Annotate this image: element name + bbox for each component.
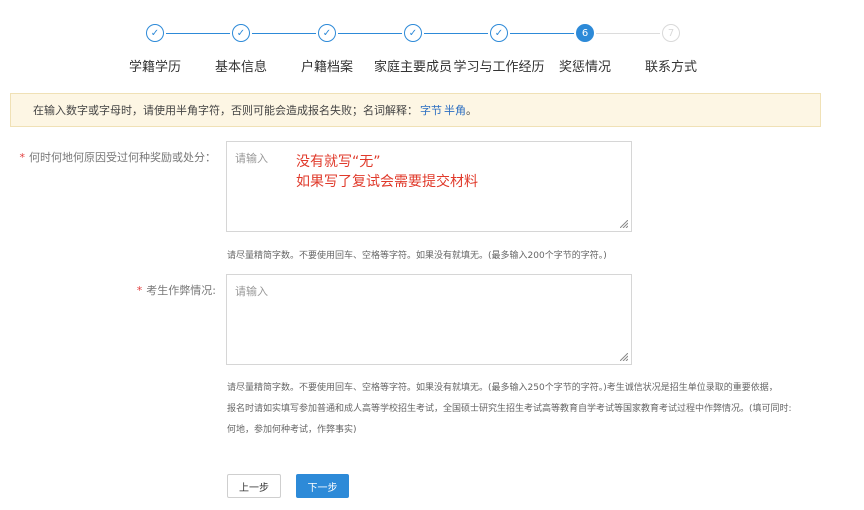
resize-handle-icon[interactable] [620, 220, 628, 228]
step-7-number: 7 [662, 24, 680, 42]
step-6-number: 6 [576, 24, 594, 42]
step-label-contact: 联系方式 [644, 60, 698, 75]
resize-handle-icon[interactable] [620, 353, 628, 361]
notice-link-byte[interactable]: 字节 [420, 102, 442, 118]
step-5-check-icon[interactable]: ✓ [490, 24, 508, 42]
required-marker: * [136, 284, 143, 297]
next-step-button[interactable]: 下一步 [296, 474, 349, 498]
cheating-hint-line-3: 何地，参加何种考试，作弊事实) [227, 425, 357, 435]
rewards-label-text: 何时何地何原因受过何种奖励或处分： [29, 151, 216, 164]
step-2-check-icon[interactable]: ✓ [232, 24, 250, 42]
annotation-line-2: 如果写了复试会需要提交材料 [296, 174, 478, 190]
rewards-placeholder: 请输入 [235, 152, 268, 165]
progress-stepper: ✓ ✓ ✓ ✓ ✓ 6 7 学籍学历 基本信息 户籍档案 家庭主要成员 学习与工… [0, 0, 864, 80]
cheating-textarea[interactable]: 请输入 [226, 274, 632, 365]
step-4-check-icon[interactable]: ✓ [404, 24, 422, 42]
notice-link-halfwidth[interactable]: 半角 [444, 102, 466, 118]
step-connector [596, 33, 660, 34]
notice-banner: 在输入数字或字母时，请使用半角字符，否则可能会造成报名失败；名词解释： 字节 半… [10, 93, 821, 127]
cheating-hint-line-1: 请尽量精简字数。不要使用回车、空格等字符。如果没有就填无。(最多输入250个字节… [227, 383, 778, 393]
step-connector [166, 33, 230, 34]
step-1-check-icon[interactable]: ✓ [146, 24, 164, 42]
notice-end: 。 [466, 104, 477, 117]
step-label-experience[interactable]: 学习与工作经历 [453, 56, 544, 75]
annotation-line-1: 没有就写“无” [296, 154, 381, 170]
step-label-education[interactable]: 学籍学历 [129, 56, 181, 75]
notice-text: 在输入数字或字母时，请使用半角字符，否则可能会造成报名失败；名词解释： [33, 104, 418, 117]
step-label-household[interactable]: 户籍档案 [301, 56, 353, 75]
red-annotation: 没有就写“无” 如果写了复试会需要提交材料 [296, 152, 478, 192]
rewards-field-label: * 何时何地何原因受过何种奖励或处分： [20, 149, 217, 165]
step-connector [252, 33, 316, 34]
step-label-rewards: 奖惩情况 [558, 60, 612, 75]
step-connector [338, 33, 402, 34]
step-label-family[interactable]: 家庭主要成员 [374, 56, 452, 75]
cheating-label-text: 考生作弊情况: [146, 284, 216, 297]
step-connector [424, 33, 488, 34]
required-marker: * [19, 151, 26, 164]
previous-step-button[interactable]: 上一步 [227, 474, 281, 498]
cheating-hint-line-2: 报名时请如实填写参加普通和成人高等学校招生考试，全国硕士研究生招生考试高等教育自… [227, 404, 792, 414]
step-3-check-icon[interactable]: ✓ [318, 24, 336, 42]
step-label-basic-info[interactable]: 基本信息 [215, 56, 267, 75]
rewards-hint: 请尽量精简字数。不要使用回车、空格等字符。如果没有就填无。(最多输入200个字节… [227, 251, 607, 261]
cheating-hint: 请尽量精简字数。不要使用回车、空格等字符。如果没有就填无。(最多输入250个字节… [227, 378, 792, 441]
cheating-placeholder: 请输入 [235, 285, 268, 298]
step-connector [510, 33, 574, 34]
cheating-field-label: * 考生作弊情况: [137, 282, 216, 298]
